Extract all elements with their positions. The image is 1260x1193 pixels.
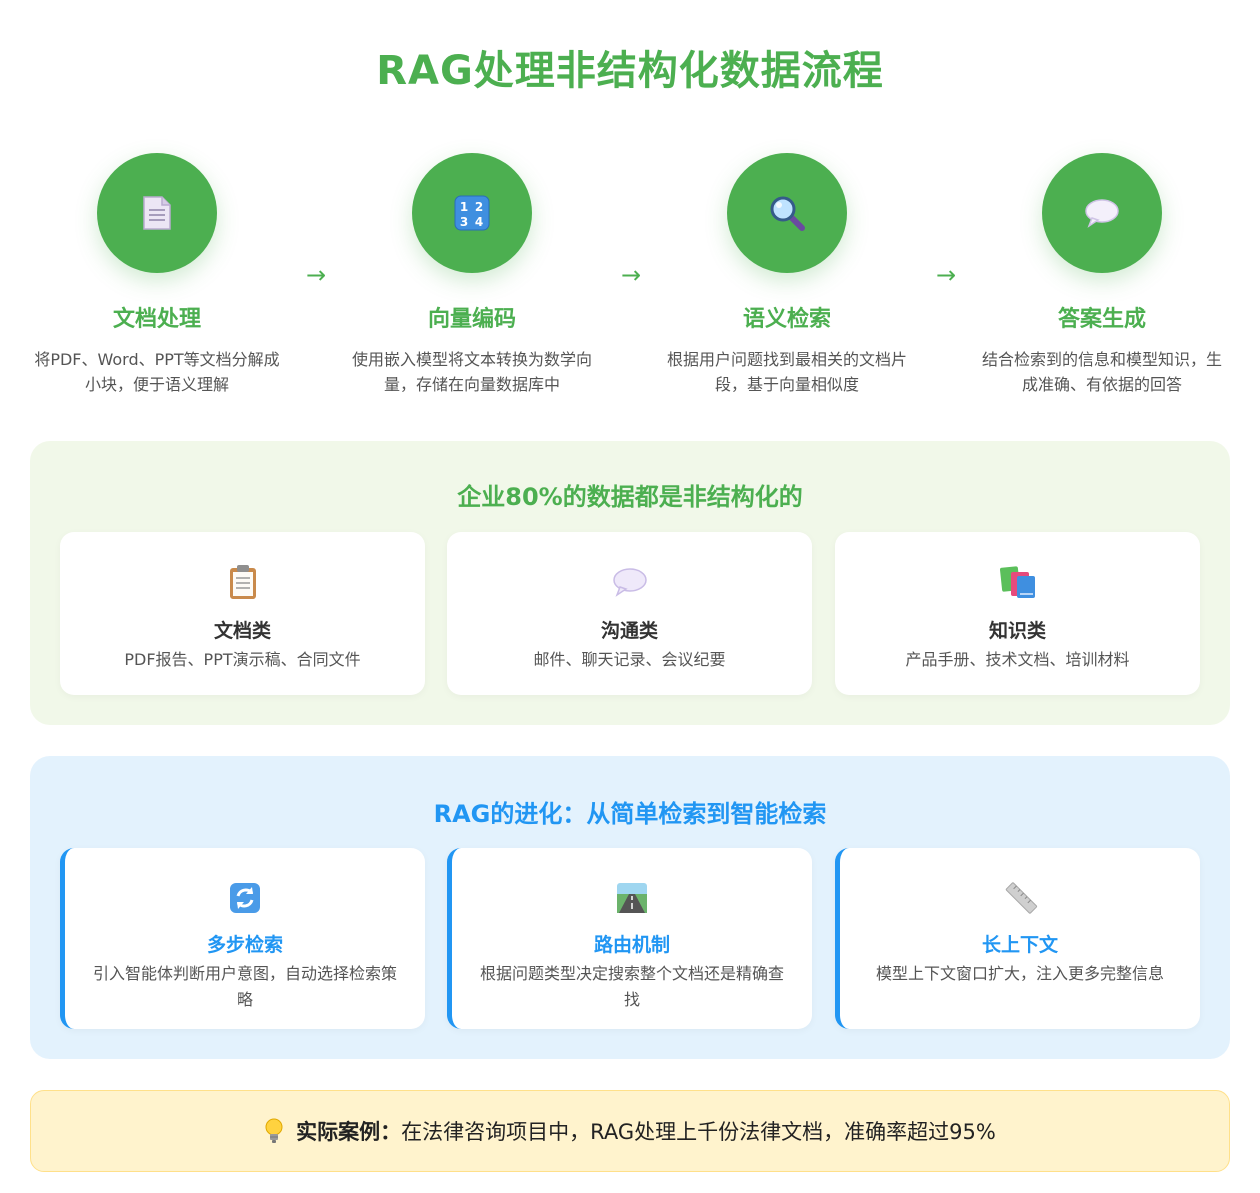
card-documents: 文档类 PDF报告、PPT演示稿、合同文件 [60,532,425,695]
step-name: 答案生成 [1057,307,1146,332]
step-description: 根据用户问题找到最相关的文档片段，基于向量相似度 [666,350,907,394]
speech-bubble-icon [610,562,650,602]
books-icon [998,562,1038,602]
rag-evolution-panel: RAG的进化：从简单检索到智能检索 多步检索 引入智能体判断用户意图，自动选择检… [30,756,1230,1059]
page-title: RAG处理非结构化数据流程 [376,48,884,94]
arrow-icon: → [305,261,327,289]
case-text: 在法律咨询项目中，RAG处理上千份法律文档，准确率超过95% [401,1120,996,1144]
document-icon [142,195,172,231]
card-description: 引入智能体判断用户意图，自动选择检索策略 [93,964,398,1009]
card-description: 根据问题类型决定搜索整个文档还是精确查找 [480,964,785,1009]
svg-text:4: 4 [475,215,483,229]
step-description: 将PDF、Word、PPT等文档分解成小块，便于语义理解 [34,350,280,394]
speech-bubble-icon [1084,198,1120,228]
process-flow: 文档处理 将PDF、Word、PPT等文档分解成小块，便于语义理解 → 1 2 … [0,153,1260,413]
card-title: 多步检索 [206,934,283,956]
card-title: 文档类 [213,620,271,642]
step-name: 文档处理 [112,307,201,332]
step-circle [727,153,847,273]
card-title: 路由机制 [593,934,670,956]
arrow-icon: → [935,261,957,289]
case-study-banner: 实际案例： 在法律咨询项目中，RAG处理上千份法律文档，准确率超过95% [30,1090,1230,1172]
arrow-icon: → [620,261,642,289]
road-icon [612,878,652,918]
step-description: 使用嵌入模型将文本转换为数学向量，存储在向量数据库中 [351,350,592,394]
step-document-processing: 文档处理 将PDF、Word、PPT等文档分解成小块，便于语义理解 [27,153,287,397]
step-circle [97,153,217,273]
card-multi-step-retrieval: 多步检索 引入智能体判断用户意图，自动选择检索策略 [60,848,425,1029]
card-long-context: 长上下文 模型上下文窗口扩大，注入更多完整信息 [835,848,1200,1029]
step-name: 语义检索 [742,307,831,332]
card-title: 长上下文 [981,934,1058,956]
step-description: 结合检索到的信息和模型知识，生成准确、有依据的回答 [981,350,1222,394]
card-description: PDF报告、PPT演示稿、合同文件 [124,650,361,669]
card-knowledge: 知识类 产品手册、技术文档、培训材料 [835,532,1200,695]
step-vector-encoding: 1 2 3 4 向量编码 使用嵌入模型将文本转换为数学向量，存储在向量数据库中 [342,153,602,397]
card-description: 模型上下文窗口扩大，注入更多完整信息 [875,964,1164,983]
step-answer-generation: 答案生成 结合检索到的信息和模型知识，生成准确、有依据的回答 [972,153,1232,397]
svg-text:1: 1 [460,200,468,214]
unstructured-data-panel: 企业80%的数据都是非结构化的 文档类 PDF报告、PPT演示稿、合同文件 沟通… [30,441,1230,725]
card-title: 知识类 [988,620,1046,642]
lightbulb-icon [264,1118,284,1144]
svg-text:3: 3 [460,215,468,229]
numbers-icon: 1 2 3 4 [454,195,490,231]
svg-text:2: 2 [475,200,483,214]
refresh-icon [225,878,265,918]
ruler-icon [1000,878,1040,918]
step-semantic-retrieval: 语义检索 根据用户问题找到最相关的文档片段，基于向量相似度 [657,153,917,397]
panel-title: RAG的进化：从简单检索到智能检索 [433,800,827,828]
card-description: 邮件、聊天记录、会议纪要 [533,650,726,669]
card-communication: 沟通类 邮件、聊天记录、会议纪要 [447,532,812,695]
step-name: 向量编码 [427,307,516,332]
step-circle [1042,153,1162,273]
panel-title: 企业80%的数据都是非结构化的 [457,483,803,511]
step-circle: 1 2 3 4 [412,153,532,273]
clipboard-icon [223,562,263,602]
case-label: 实际案例： [296,1120,402,1144]
magnifier-icon [768,194,806,232]
card-description: 产品手册、技术文档、培训材料 [905,650,1130,669]
card-title: 沟通类 [600,620,658,642]
card-routing: 路由机制 根据问题类型决定搜索整个文档还是精确查找 [447,848,812,1029]
